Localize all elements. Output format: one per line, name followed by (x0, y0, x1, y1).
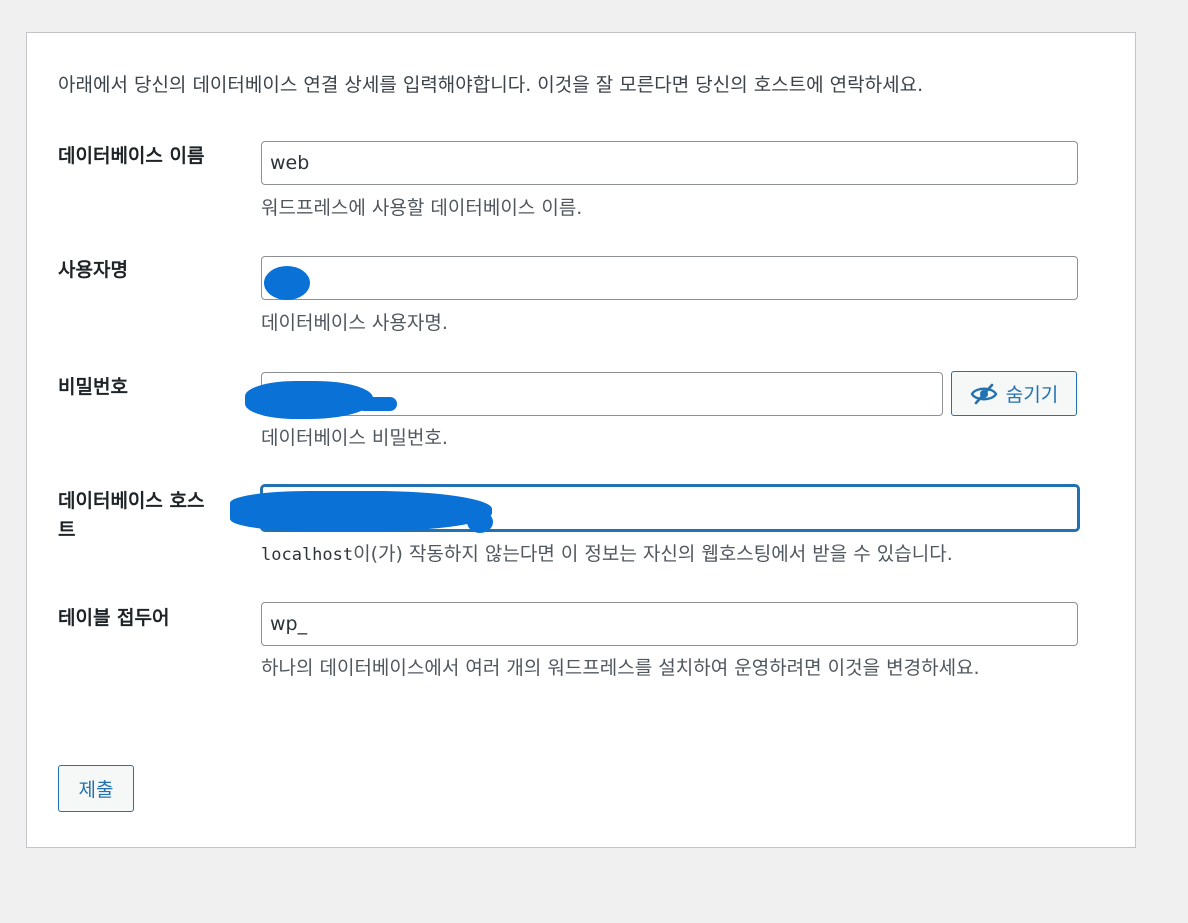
dbhost-description-text: 이(가) 작동하지 않는다면 이 정보는 자신의 웹호스팅에서 받을 수 있습니… (353, 543, 953, 565)
eye-slash-icon (970, 383, 998, 405)
prefix-label: 테이블 접두어 (58, 607, 170, 629)
dbhost-input[interactable] (261, 485, 1079, 531)
dbhost-label: 데이터베이스 호스트 (58, 490, 205, 541)
username-description: 데이터베이스 사용자명. (261, 312, 448, 334)
dbhost-description-code: localhost (261, 545, 354, 565)
password-input[interactable] (261, 372, 943, 416)
dbname-input[interactable] (261, 141, 1078, 185)
username-input[interactable] (261, 256, 1078, 300)
prefix-description: 하나의 데이터베이스에서 여러 개의 워드프레스를 설치하여 운영하려면 이것을… (261, 657, 980, 679)
password-toggle-label: 숨기기 (1005, 384, 1059, 406)
username-label: 사용자명 (58, 259, 128, 281)
dbname-label: 데이터베이스 이름 (58, 145, 205, 167)
submit-button[interactable]: 제출 (58, 765, 134, 812)
intro-text: 아래에서 당신의 데이터베이스 연결 상세를 입력해야합니다. 이것을 잘 모른… (58, 74, 924, 96)
password-label: 비밀번호 (58, 376, 128, 398)
dbhost-description: localhost이(가) 작동하지 않는다면 이 정보는 자신의 웹호스팅에서… (261, 539, 1081, 570)
prefix-input[interactable] (261, 602, 1078, 646)
dbname-description: 워드프레스에 사용할 데이터베이스 이름. (261, 197, 583, 219)
password-toggle-button[interactable]: 숨기기 (951, 371, 1077, 416)
password-description: 데이터베이스 비밀번호. (261, 427, 448, 449)
setup-config-panel: 아래에서 당신의 데이터베이스 연결 상세를 입력해야합니다. 이것을 잘 모른… (26, 32, 1136, 848)
